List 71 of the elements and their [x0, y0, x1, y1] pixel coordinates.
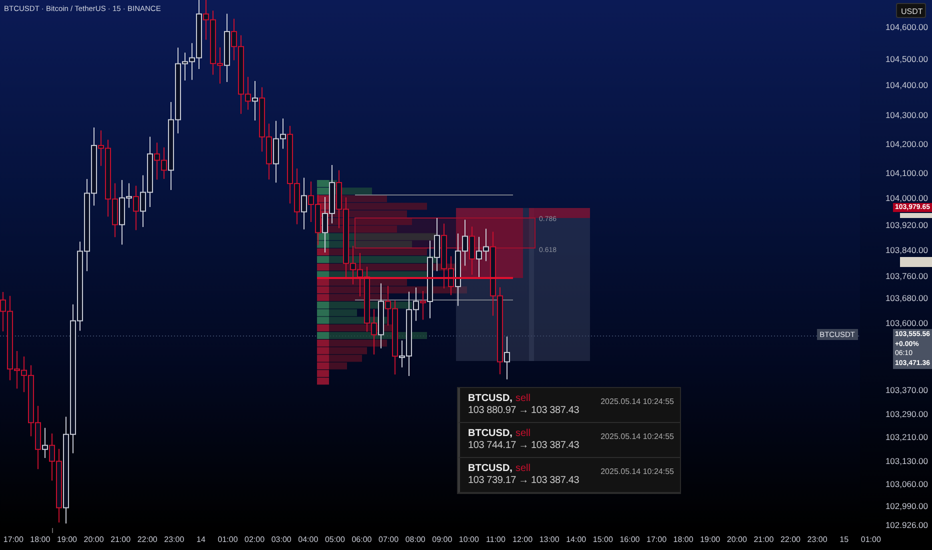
alert-symbol: BTCUSD, [468, 463, 512, 474]
price-label: 102,990.00 [885, 501, 928, 511]
price-label: 103,210.00 [885, 432, 928, 442]
alert-prices: 103 739.17 → 103 387.43 [468, 475, 580, 486]
price-label: 103,290.00 [885, 409, 928, 419]
alert-row[interactable]: BTCUSD, sell 103 739.17 → 103 387.43 2025.05.14 10:24:55 [458, 458, 680, 493]
time-label: 20:00 [82, 534, 105, 544]
time-label: 15:00 [592, 534, 614, 544]
time-label: 11:00 [485, 534, 506, 544]
time-label: 21:00 [752, 534, 775, 544]
time-label: 18:00 [29, 534, 52, 544]
time-label: 08:00 [404, 534, 426, 544]
time-label: 01:00 [860, 534, 882, 544]
loss-zone [529, 208, 590, 218]
time-label: 04:00 [297, 534, 320, 544]
time-label: 10:00 [458, 534, 480, 544]
alert-prices: 103 880.97 → 103 387.43 [468, 405, 580, 416]
alert-side: sell [515, 428, 530, 439]
time-label: 19:00 [56, 534, 78, 544]
time-label: 14:00 [565, 534, 588, 544]
time-label: 07:00 [378, 534, 400, 544]
price-label: 103,370.00 [885, 385, 928, 395]
time-label: 16:00 [618, 534, 641, 544]
price-label: 104,300.00 [885, 110, 928, 120]
price-tag [900, 257, 932, 267]
time-label: 22:00 [136, 534, 158, 544]
time-label: 20:00 [726, 534, 748, 544]
alert-symbol: BTCUSD, [468, 428, 512, 439]
price-label: 102,926.00 [885, 520, 928, 530]
time-label: 23:00 [806, 534, 828, 544]
alert-time: 2025.05.14 10:24:55 [600, 466, 674, 478]
alert-symbol: BTCUSD, [468, 393, 512, 404]
time-label: 17:00 [646, 534, 668, 544]
alert-side: sell [515, 393, 530, 404]
time-label: 13:00 [538, 534, 560, 544]
alert-time: 2025.05.14 10:24:55 [600, 431, 674, 443]
price-tag [900, 213, 932, 218]
time-label: 18:00 [672, 534, 694, 544]
time-label: 17:00 [2, 534, 24, 544]
price-label: 104,500.00 [885, 54, 928, 64]
time-label: 12:00 [512, 534, 534, 544]
price-label: 103,680.00 [885, 293, 928, 303]
time-label: 05:00 [324, 534, 346, 544]
time-label: 15 [838, 534, 850, 544]
currency-button[interactable]: USDT [896, 3, 926, 18]
price-label: 104,100.00 [885, 168, 928, 178]
time-label: 06:00 [350, 534, 373, 544]
time-label: 19:00 [699, 534, 722, 544]
time-label: 01:00 [216, 534, 239, 544]
price-label: 103,060.00 [885, 479, 928, 489]
price-label: 103,920.00 [885, 220, 928, 230]
price-label: 103,760.00 [885, 271, 928, 281]
alert-time: 2025.05.14 10:24:55 [600, 396, 674, 408]
alert-prices: 103 744.17 → 103 387.43 [468, 440, 580, 451]
time-label: 21:00 [110, 534, 132, 544]
time-label: 09:00 [431, 534, 454, 544]
alert-row[interactable]: BTCUSD, sell 103 880.97 → 103 387.43 2025.05.14 10:24:55 [458, 388, 680, 423]
price-label: 104,400.00 [885, 80, 928, 90]
price-label: 103,600.00 [885, 318, 928, 328]
price-label: 103,130.00 [885, 456, 928, 466]
time-label: 14 [196, 534, 206, 544]
time-label: 22:00 [779, 534, 802, 544]
price-label: 103,840.00 [885, 245, 928, 255]
time-label: 02:00 [244, 534, 266, 544]
alert-row[interactable]: BTCUSD, sell 103 744.17 → 103 387.43 2025.05.14 10:24:55 [458, 423, 680, 458]
alert-side: sell [515, 463, 530, 474]
price-label: 104,000.00 [885, 193, 928, 203]
price-label: 104,600.00 [885, 22, 928, 32]
time-label: 03:00 [270, 534, 292, 544]
price-label: 104,200.00 [885, 139, 928, 149]
time-label: 23:00 [163, 534, 186, 544]
